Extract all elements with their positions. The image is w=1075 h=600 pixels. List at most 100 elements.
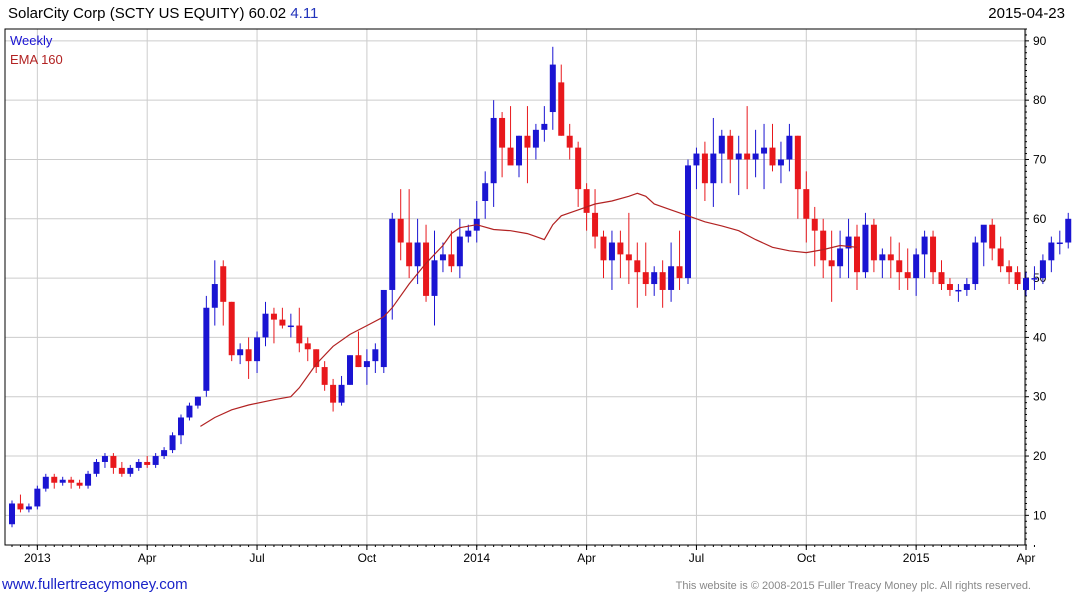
candle-up [9, 500, 15, 528]
candle-up [752, 129, 759, 178]
candle-body [549, 64, 556, 113]
candle-up [25, 503, 32, 513]
candle-down [558, 64, 565, 136]
candle-up [34, 485, 41, 510]
candle-body [389, 218, 396, 290]
candle-body [68, 479, 75, 483]
candle-down [676, 230, 683, 290]
candle-up [710, 117, 717, 207]
candle-down [600, 230, 607, 279]
candle-body [668, 266, 675, 290]
candle-body [583, 189, 590, 213]
candle-up [287, 313, 294, 338]
candle-up [431, 230, 438, 326]
candle-body [608, 242, 615, 261]
candle-body [989, 224, 996, 249]
candle-body [634, 260, 641, 273]
candle-body [659, 272, 666, 290]
candle-down [946, 278, 953, 296]
candle-body [76, 482, 83, 486]
legend: Weekly EMA 160 [10, 33, 63, 67]
website-link[interactable]: www.fullertreacymoney.com [2, 576, 188, 593]
plot-border [4, 28, 1026, 546]
y-tick-label: 60 [1033, 212, 1047, 226]
candle-body [507, 147, 514, 166]
candle-down [270, 307, 277, 344]
candle-body [228, 301, 235, 356]
copyright-text: This website is © 2008-2015 Fuller Treac… [675, 580, 1031, 592]
candle-up [473, 201, 480, 243]
candle-up [203, 295, 210, 397]
candle-body [1056, 242, 1063, 245]
candle-down [76, 479, 83, 489]
candle-up [101, 453, 108, 468]
candle-down [997, 236, 1004, 273]
candle-down [279, 307, 286, 329]
candle-up [254, 331, 261, 373]
candle-up [862, 212, 869, 279]
candle-body [913, 254, 920, 279]
candle-body [862, 224, 869, 273]
candle-body [456, 236, 463, 267]
candle-body [592, 212, 599, 237]
candle-body [178, 417, 184, 436]
candle-body [135, 461, 142, 468]
candle-body [651, 272, 658, 285]
candle-up [338, 375, 345, 406]
candle-body [972, 242, 979, 285]
candle-body [25, 506, 32, 510]
candle-down [406, 189, 413, 279]
y-tick-label: 20 [1033, 449, 1047, 463]
candle-body [803, 189, 810, 219]
candle-up [735, 135, 742, 196]
candle-down [904, 248, 911, 290]
candle-down [727, 129, 734, 184]
candle-up [1056, 230, 1063, 255]
candle-up [963, 278, 970, 296]
candle-up [482, 171, 489, 219]
candle-up [490, 100, 497, 207]
x-tick-label: 2015 [903, 551, 930, 565]
candle-body [1023, 278, 1029, 290]
plot-frame [4, 28, 1026, 546]
candles [9, 46, 1072, 528]
candle-down [245, 337, 252, 379]
candle-up [685, 159, 691, 285]
candle-up [127, 464, 134, 477]
candle-down [330, 378, 337, 412]
candle-body [304, 343, 311, 350]
candle-up [718, 129, 725, 184]
candle-body [963, 284, 970, 290]
candle-down [118, 461, 125, 477]
candle-body [254, 337, 261, 362]
candle-up [786, 123, 793, 172]
candle-body [203, 307, 210, 391]
candle-up [879, 248, 886, 279]
candle-up [363, 349, 370, 385]
candle-body [245, 349, 252, 362]
candle-down [51, 473, 58, 489]
candle-body [101, 456, 108, 462]
candle-body [110, 456, 117, 468]
x-tick-label: Apr [138, 551, 157, 565]
candle-body [465, 230, 472, 237]
candle-down [659, 260, 666, 308]
candle-up [549, 46, 556, 130]
candle-body [769, 147, 776, 166]
x-tick-label: Jul [249, 551, 264, 565]
y-tick-label: 70 [1033, 152, 1047, 166]
candle-down [625, 212, 632, 285]
candle-body [524, 135, 531, 148]
candlestick-chart: 102030405060708090 2013 Apr Jul Oct 2014 Apr J… [4, 28, 1072, 565]
candle-body [744, 153, 751, 160]
candle-up [85, 470, 92, 489]
candle-body [980, 224, 987, 243]
candle-body [423, 242, 430, 296]
candle-up [1048, 236, 1055, 273]
y-tick-label: 30 [1033, 390, 1047, 404]
candle-up [178, 414, 184, 445]
candle-body [59, 479, 66, 483]
candle-down [803, 171, 810, 243]
candle-body [701, 153, 708, 184]
candle-up [1065, 212, 1072, 249]
